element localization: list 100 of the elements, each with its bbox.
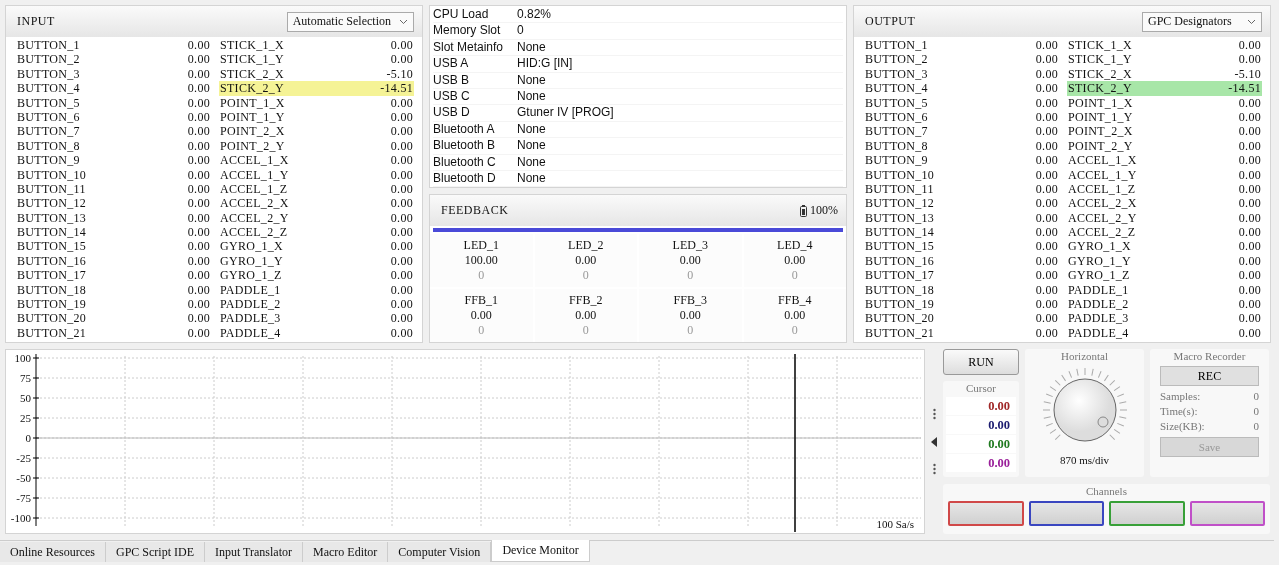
signal-value: -5.10: [386, 66, 413, 82]
signal-label: BUTTON_20: [17, 311, 87, 326]
signal-value: 0.00: [1238, 167, 1261, 182]
info-value: None: [517, 88, 546, 105]
y-tick-label: -75: [16, 492, 31, 505]
panel-title: OUTPUT: [865, 14, 916, 29]
signal-label: STICK_2_X: [220, 66, 285, 82]
signal-label: BUTTON_9: [865, 153, 928, 168]
signal-label: ACCEL_1_Z: [1068, 181, 1136, 197]
signal-value: 0.00: [390, 268, 413, 283]
chevron-icon: [399, 18, 408, 25]
info-label: USB B: [433, 72, 470, 88]
feedback-value: 0.00: [784, 308, 806, 324]
feedback-raw-value: 0: [687, 268, 694, 283]
signal-value: 0.00: [187, 38, 210, 53]
signal-value: 0.00: [1035, 81, 1058, 96]
signal-value: 0.00: [390, 210, 413, 226]
signal-label: POINT_1_X: [1068, 95, 1133, 110]
channel-toggle[interactable]: [948, 501, 1024, 527]
signal-label: BUTTON_4: [865, 81, 928, 96]
stat-value: 0: [1253, 419, 1259, 435]
signal-value: 0.00: [390, 181, 413, 197]
signal-value: 0.00: [187, 253, 210, 269]
signal-label: ACCEL_2_Y: [1068, 210, 1137, 226]
signal-value: 0.00: [187, 109, 210, 125]
signal-value: 0.00: [1238, 311, 1261, 326]
signal-value: 0.00: [1035, 95, 1058, 110]
cursor-value: 0.00: [946, 435, 1016, 454]
stat-value: 0: [1253, 389, 1259, 405]
channel-toggle[interactable]: [1109, 501, 1185, 527]
mode-dropdown[interactable]: GPC Designators: [1142, 11, 1262, 32]
tab[interactable]: GPC Script IDE: [106, 542, 205, 563]
feedback-label: LED_4: [777, 238, 813, 253]
feedback-value: 0.00: [784, 253, 806, 268]
signal-label: BUTTON_5: [17, 95, 80, 110]
info-value: HID:G [IN]: [517, 56, 573, 72]
signal-label: PADDLE_3: [220, 311, 281, 326]
stat-label: Samples:: [1160, 389, 1201, 405]
info-value: None: [517, 154, 546, 170]
signal-label: ACCEL_1_X: [1068, 153, 1137, 168]
signal-label: PADDLE_4: [1068, 325, 1129, 341]
info-value: None: [517, 39, 546, 56]
signal-label: GYRO_1_Z: [220, 268, 282, 283]
signal-value: -14.51: [380, 81, 413, 96]
y-tick-label: -50: [16, 472, 31, 485]
signal-value: 0.00: [187, 225, 210, 240]
signal-value: 0.00: [1238, 196, 1261, 211]
collapse-arrow-icon[interactable]: [931, 436, 937, 447]
signal-value: 0.00: [187, 210, 210, 226]
panel-title: INPUT: [17, 14, 55, 29]
panel-title: FEEDBACK: [441, 203, 509, 218]
signal-value: 0.00: [390, 138, 413, 154]
signal-value: 0.00: [187, 325, 210, 341]
info-label: Memory Slot: [433, 23, 502, 39]
info-value: Gtuner IV [PROG]: [517, 105, 614, 121]
signal-label: BUTTON_11: [17, 181, 86, 197]
channel-toggle[interactable]: [1028, 501, 1104, 527]
info-label: USB D: [433, 105, 471, 121]
signal-value: 0.00: [1238, 181, 1261, 197]
tab[interactable]: Macro Editor: [303, 542, 389, 563]
tab[interactable]: Online Resources: [0, 542, 106, 563]
mode-dropdown[interactable]: Automatic Selection: [286, 11, 414, 32]
signal-value: 0.00: [390, 109, 413, 125]
signal-label: GYRO_1_Z: [1068, 268, 1130, 283]
signal-value: 0.00: [1035, 66, 1058, 82]
run-button[interactable]: RUN: [943, 349, 1019, 376]
y-tick-label: 25: [20, 412, 31, 425]
signal-value: 0.00: [187, 95, 210, 110]
record-button[interactable]: REC: [1160, 366, 1259, 387]
signal-label: BUTTON_13: [17, 210, 87, 226]
signal-label: POINT_1_Y: [1068, 109, 1133, 125]
signal-label: BUTTON_12: [17, 196, 87, 211]
info-label: Bluetooth D: [433, 170, 497, 187]
signal-label: BUTTON_2: [17, 52, 80, 67]
tab[interactable]: Computer Vision: [388, 542, 492, 563]
info-value: 0: [517, 23, 524, 39]
signal-label: BUTTON_14: [865, 225, 935, 240]
info-label: USB C: [433, 88, 471, 105]
signal-label: POINT_2_X: [220, 124, 285, 139]
signal-label: BUTTON_1: [865, 38, 928, 53]
signal-label: STICK_1_X: [1068, 38, 1133, 53]
signal-value: 0.00: [1238, 225, 1261, 240]
signal-value: 0.00: [1035, 109, 1058, 125]
info-label: CPU Load: [433, 7, 490, 23]
y-tick-label: -25: [16, 452, 31, 465]
signal-value: 0.00: [1238, 239, 1261, 254]
macro-recorder-title: Macro Recorder: [1173, 349, 1246, 365]
tab[interactable]: Device Monitor: [491, 540, 590, 563]
tab[interactable]: Input Translator: [205, 542, 303, 563]
signal-value: 0.00: [1035, 210, 1058, 226]
signal-value: 0.00: [1035, 225, 1058, 240]
channel-toggle[interactable]: [1189, 501, 1265, 527]
feedback-label: LED_2: [568, 238, 604, 253]
signal-label: STICK_2_Y: [1068, 81, 1133, 96]
info-label: Bluetooth B: [433, 138, 497, 154]
signal-value: 0.00: [1035, 167, 1058, 182]
cursor-value: 0.00: [946, 397, 1016, 416]
signal-label: BUTTON_6: [17, 109, 80, 125]
signal-value: 0.00: [1238, 52, 1261, 67]
feedback-value: 100.00: [464, 253, 498, 268]
